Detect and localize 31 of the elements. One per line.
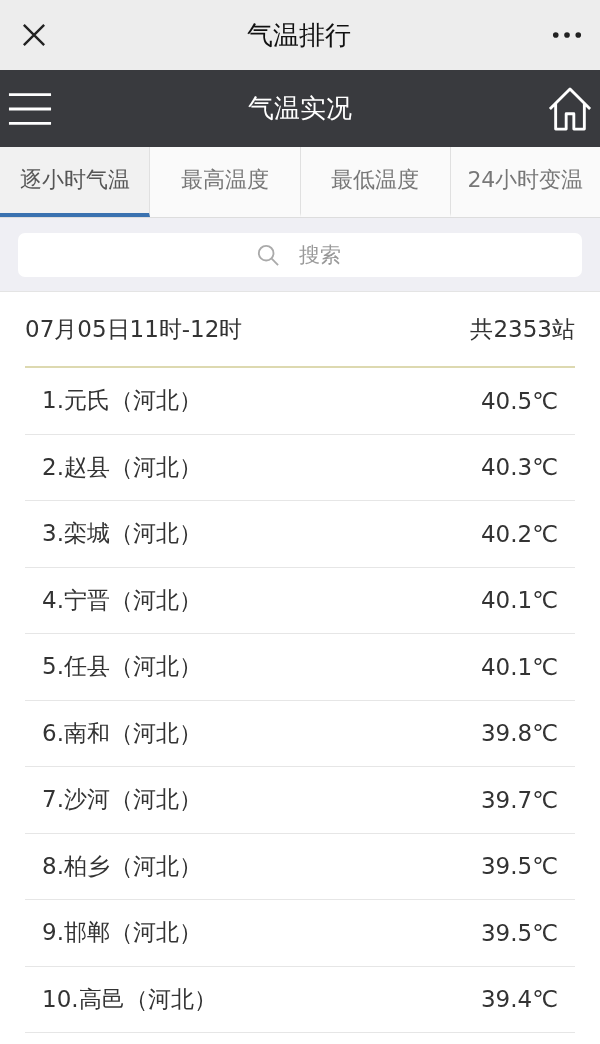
more-icon[interactable] — [552, 31, 582, 39]
window-title: 气温排行 — [247, 18, 351, 52]
tab[interactable]: 逐小时气温 — [0, 147, 151, 217]
temperature-value: 39.8℃ — [480, 720, 558, 747]
station-name: 2.赵县（河北） — [42, 452, 202, 482]
temperature-value: 39.4℃ — [480, 986, 558, 1013]
search-icon — [257, 244, 279, 266]
station-name: 10.高邑（河北） — [42, 984, 217, 1014]
home-icon[interactable] — [548, 86, 592, 131]
menu-icon[interactable] — [8, 91, 52, 126]
station-name: 1.元氏（河北） — [42, 386, 202, 416]
time-period: 07月05日11时-12时 — [25, 314, 243, 344]
close-icon[interactable] — [22, 23, 46, 47]
station-count: 共2353站 — [470, 314, 575, 344]
station-name: 6.南和（河北） — [42, 718, 202, 748]
station-name: 3.栾城（河北） — [42, 519, 202, 549]
station-name: 5.任县（河北） — [42, 652, 202, 682]
page-title: 气温实况 — [248, 92, 352, 125]
temperature-value: 40.1℃ — [480, 587, 558, 614]
temperature-value: 40.5℃ — [480, 387, 558, 414]
temperature-value: 40.2℃ — [480, 520, 558, 547]
temperature-value: 39.5℃ — [480, 853, 558, 880]
station-name: 9.邯郸（河北） — [42, 918, 202, 948]
temperature-value: 39.7℃ — [480, 786, 558, 813]
station-name: 7.沙河（河北） — [42, 785, 202, 815]
search-field[interactable]: 搜索 — [18, 233, 582, 277]
temperature-value: 39.5℃ — [480, 919, 558, 946]
station-name: 4.宁晋（河北） — [42, 585, 202, 615]
temperature-value: 40.3℃ — [480, 454, 558, 481]
station-name: 8.柏乡（河北） — [42, 851, 202, 881]
temperature-value: 40.1℃ — [480, 653, 558, 680]
